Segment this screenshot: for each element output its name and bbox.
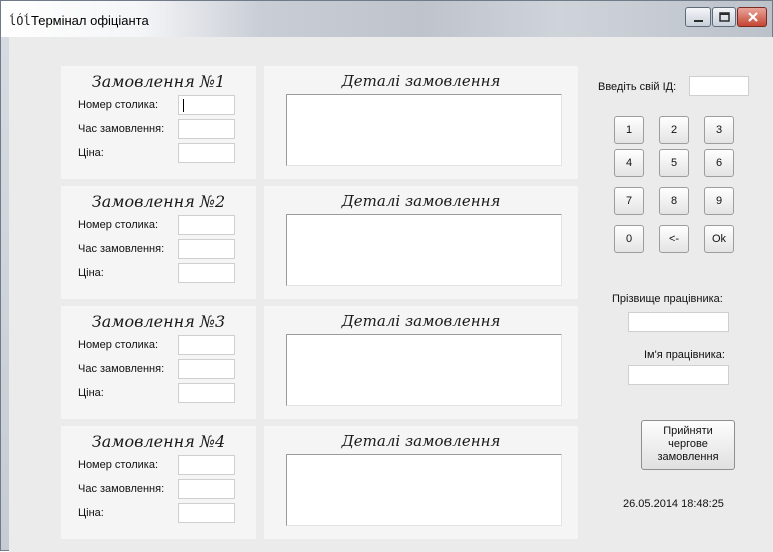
- table-number-label: Номер столика:: [78, 459, 158, 471]
- order-time-label: Час замовлення:: [78, 363, 165, 375]
- details-box-3: Деталі замовлення: [264, 306, 578, 419]
- window-title: Термінал офіціанта: [31, 13, 149, 28]
- accept-button-line: чергове: [668, 438, 708, 450]
- keypad-key-4[interactable]: 4: [614, 149, 644, 177]
- maximize-icon: [719, 12, 730, 22]
- order-time-label: Час замовлення:: [78, 243, 165, 255]
- name-input[interactable]: [628, 365, 729, 385]
- details-title: Деталі замовлення: [341, 312, 501, 330]
- order-title: Замовлення №4: [91, 432, 226, 451]
- surname-input[interactable]: [628, 312, 729, 332]
- table-number-label: Номер столика:: [78, 339, 158, 351]
- keypad-key-9[interactable]: 9: [704, 187, 734, 215]
- keypad-key-3[interactable]: 3: [704, 116, 734, 144]
- keypad-key-6[interactable]: 6: [704, 149, 734, 177]
- minimize-button[interactable]: [685, 7, 711, 27]
- price-input[interactable]: [178, 383, 235, 403]
- order-title: Замовлення №1: [91, 72, 226, 91]
- order-box-3: Замовлення №3 Номер столика: Час замовле…: [61, 306, 256, 419]
- accept-button-line: замовлення: [657, 451, 719, 463]
- keypad-key-8[interactable]: 8: [659, 187, 689, 215]
- keypad-backspace-key[interactable]: <-: [659, 225, 689, 253]
- id-input[interactable]: [689, 76, 749, 96]
- order-details-textarea[interactable]: [286, 454, 562, 526]
- order-time-label: Час замовлення:: [78, 483, 165, 495]
- title-bar[interactable]: ĺÓĺ Термінал офіціанта: [1, 1, 772, 37]
- table-number-input[interactable]: [178, 455, 235, 475]
- clock-display: 26.05.2014 18:48:25: [623, 498, 724, 510]
- order-details-textarea[interactable]: [286, 214, 562, 286]
- order-title: Замовлення №3: [91, 312, 226, 331]
- name-label: Ім'я працівника:: [644, 349, 725, 361]
- keypad-ok-key[interactable]: Ok: [704, 225, 734, 253]
- order-time-input[interactable]: [178, 359, 235, 379]
- order-time-input[interactable]: [178, 119, 235, 139]
- order-time-input[interactable]: [178, 479, 235, 499]
- price-input[interactable]: [178, 503, 235, 523]
- keypad-key-1[interactable]: 1: [614, 116, 644, 144]
- keypad-key-5[interactable]: 5: [659, 149, 689, 177]
- order-details-textarea[interactable]: [286, 334, 562, 406]
- accept-next-order-button[interactable]: Прийняти чергове замовлення: [641, 420, 735, 470]
- keypad-key-0[interactable]: 0: [614, 225, 644, 253]
- order-time-input[interactable]: [178, 239, 235, 259]
- details-title: Деталі замовлення: [341, 192, 501, 210]
- price-input[interactable]: [178, 143, 235, 163]
- table-number-label: Номер столика:: [78, 99, 158, 111]
- order-box-4: Замовлення №4 Номер столика: Час замовле…: [61, 426, 256, 539]
- price-label: Ціна:: [78, 387, 104, 399]
- order-time-label: Час замовлення:: [78, 123, 165, 135]
- app-window: ĺÓĺ Термінал офіціанта Замовлення №1 Ном…: [0, 0, 773, 552]
- details-box-4: Деталі замовлення: [264, 426, 578, 539]
- order-details-textarea[interactable]: [286, 94, 562, 166]
- keypad-key-2[interactable]: 2: [659, 116, 689, 144]
- order-title: Замовлення №2: [91, 192, 226, 211]
- minimize-icon: [694, 20, 703, 22]
- accept-button-line: Прийняти: [663, 425, 713, 437]
- text-caret: [183, 99, 184, 112]
- close-button[interactable]: [737, 7, 767, 27]
- price-label: Ціна:: [78, 507, 104, 519]
- details-box-2: Деталі замовлення: [264, 186, 578, 299]
- details-title: Деталі замовлення: [341, 72, 501, 90]
- price-label: Ціна:: [78, 267, 104, 279]
- table-number-input[interactable]: [178, 335, 235, 355]
- table-number-input[interactable]: [178, 215, 235, 235]
- close-icon: [748, 12, 758, 22]
- details-title: Деталі замовлення: [341, 432, 501, 450]
- table-number-input[interactable]: [178, 95, 235, 115]
- table-number-label: Номер столика:: [78, 219, 158, 231]
- price-input[interactable]: [178, 263, 235, 283]
- details-box-1: Деталі замовлення: [264, 66, 578, 179]
- waiter-icon: ĺÓĺ: [9, 14, 31, 28]
- price-label: Ціна:: [78, 147, 104, 159]
- keypad-key-7[interactable]: 7: [614, 187, 644, 215]
- order-box-1: Замовлення №1 Номер столика: Час замовле…: [61, 66, 256, 179]
- maximize-button[interactable]: [712, 7, 736, 27]
- surname-label: Прізвище працівника:: [612, 293, 723, 305]
- order-box-2: Замовлення №2 Номер столика: Час замовле…: [61, 186, 256, 299]
- id-label: Введіть свій ІД:: [598, 81, 677, 93]
